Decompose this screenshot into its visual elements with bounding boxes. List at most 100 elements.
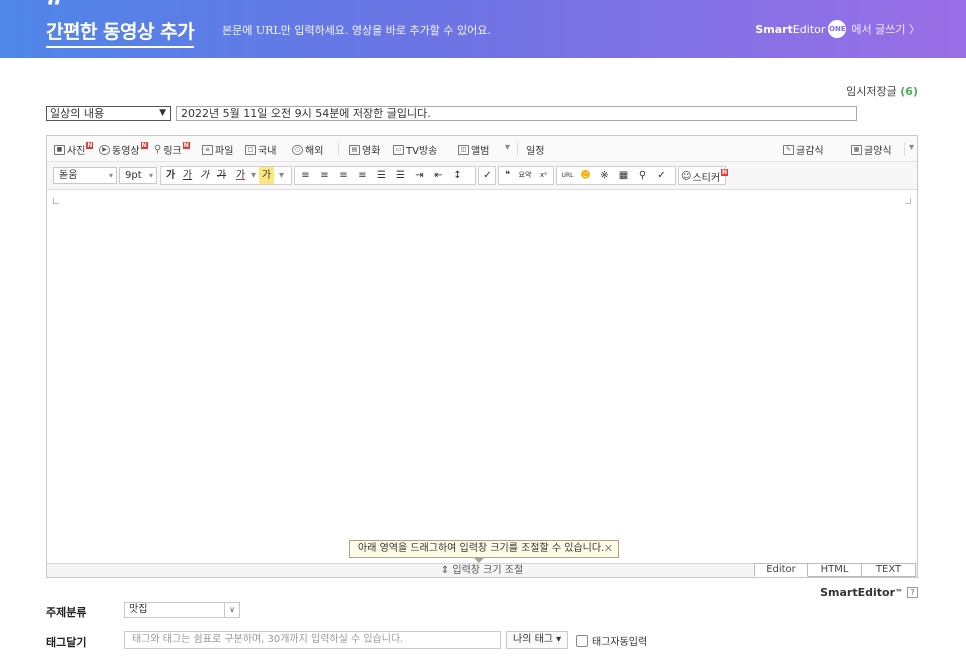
camera-icon: ■ [54,144,65,155]
align-justify-icon[interactable]: ≡ [355,167,370,184]
tv-button[interactable]: ▭ TV방송 [393,142,437,157]
template-more-button[interactable]: ▾ [909,142,914,153]
writing-style-button[interactable]: ✎ 글감식 [783,142,824,157]
editor-mode-tabs: Editor HTML TEXT [754,563,916,577]
tab-html[interactable]: HTML [808,563,862,577]
summary-button[interactable]: 요약 [515,167,535,184]
superscript-icon[interactable]: x² [536,167,551,184]
highlight-button[interactable]: 가 [259,167,274,184]
brand-bold: Smart [755,22,793,36]
category-select[interactable]: 일상의 내용 ▼ [46,106,171,121]
new-badge-icon: N [86,142,94,149]
file-icon: ≡ [202,144,213,155]
temp-save-count: (6) [900,85,918,98]
align-center-icon[interactable]: ≡ [317,167,332,184]
chevron-down-icon: ▼ [159,108,166,118]
indent-icon[interactable]: ⇥ [412,167,427,184]
spellcheck-icon[interactable]: ✓ [480,167,495,184]
font-selected: 돋움 [59,170,78,181]
temp-save-link[interactable]: 임시저장글 (6) [846,83,918,99]
overseas-map-button[interactable]: ○ 해외 [292,142,323,157]
bold-button[interactable]: 가 [163,167,178,184]
chevron-down-icon: ∨ [224,603,239,617]
topic-select[interactable]: 맛집 ∨ [124,602,240,618]
template-icon: ▦ [851,144,862,155]
new-badge-icon: N [182,142,190,149]
temp-save-label: 임시저장글 [846,85,897,98]
movie-label: 영화 [362,146,381,157]
auto-tag-option[interactable]: 태그자동입력 [576,633,647,648]
template-button[interactable]: ▦ 글양식 [851,142,892,157]
auto-tag-checkbox[interactable] [576,634,588,647]
numbered-list-icon[interactable]: ☰ [374,167,389,184]
file-label: 파일 [215,146,234,157]
trademark: ™ [895,588,903,597]
tv-icon: ▭ [393,144,404,155]
tab-text[interactable]: TEXT [862,563,916,577]
tab-editor[interactable]: Editor [754,563,808,577]
album-button[interactable]: ◫ 앨범 [458,142,489,157]
toolbar-divider [904,142,905,156]
photo-label: 사진 [67,146,86,157]
album-label: 앨범 [471,146,490,157]
auto-tag-label: 태그자동입력 [592,637,648,648]
toolbar-divider [338,142,339,156]
font-size-selected: 9pt [125,170,142,181]
italic-button[interactable]: 가 [197,167,212,184]
smarteditor-brand: SmartEditor ™ ? [820,586,918,599]
album-icon: ◫ [458,144,469,155]
find-icon[interactable]: ⚲ [635,167,650,184]
brand-link-text: 에서 글쓰기 〉 [851,23,920,36]
domestic-map-button[interactable]: □ 국내 [245,142,276,157]
help-icon[interactable]: ? [907,587,918,598]
quote-button[interactable]: ❝ [500,167,515,184]
table-icon[interactable]: ▦ [616,167,631,184]
category-selected: 일상의 내용 [50,107,105,120]
file-button[interactable]: ≡ 파일 [202,142,233,157]
special-char-icon[interactable]: ※ [597,167,612,184]
emoticon-icon[interactable]: ☻ [578,167,593,184]
underline-button[interactable]: 가 [180,167,195,184]
sticker-button[interactable]: ☺ 스티커 N [681,169,729,184]
strikethrough-button[interactable]: 가 [214,167,229,184]
movie-button[interactable]: ▤ 영화 [349,142,380,157]
chevron-down-icon: ▾ [108,171,113,180]
topic-label: 주제분류 [46,606,87,619]
sticker-label: 스티커 [692,173,721,184]
align-right-icon[interactable]: ≡ [336,167,351,184]
tv-label: TV방송 [406,146,438,157]
promo-banner: “ 간편한 동영상 추가 본문에 URL만 입력하세요. 영상을 바로 추가할 … [0,0,966,58]
topic-selected: 맛집 [129,604,148,615]
outdent-icon[interactable]: ⇤ [431,167,446,184]
close-icon[interactable]: ✕ [604,541,613,557]
tooltip-text: 아래 영역을 드래그하여 입력창 크기를 조절할 수 있습니다. [358,543,605,554]
template-label: 글양식 [864,146,892,157]
video-button[interactable]: ▶ 동영상 N [99,142,148,157]
font-size-select[interactable]: 9pt ▾ [119,167,157,184]
spell-mark-icon[interactable]: ✓ [654,167,669,184]
more-button[interactable]: ▾ [505,142,510,153]
photo-button[interactable]: ■ 사진 N [54,142,94,157]
tag-input[interactable]: 태그와 태그는 쉼표로 구분하며, 30개까지 입력하실 수 있습니다. [124,631,501,649]
new-badge-icon: N [721,169,729,176]
link-button[interactable]: ⚲ 링크 N [154,142,190,157]
line-height-icon[interactable]: ↕ [450,167,465,184]
highlight-dropdown[interactable]: ▾ [274,167,289,184]
map-icon: □ [245,144,256,155]
schedule-button[interactable]: 일정 [526,142,544,157]
overseas-label: 해외 [305,146,324,157]
content-corner-mark [905,198,911,204]
my-tag-button[interactable]: 나의 태그 ▾ [506,631,568,649]
pencil-icon: ✎ [783,144,794,155]
globe-icon: ○ [292,144,303,155]
font-select[interactable]: 돋움 ▾ [53,167,117,184]
url-button[interactable]: URL [558,167,577,184]
play-icon: ▶ [99,144,110,155]
editor-box: ■ 사진 N ▶ 동영상 N ⚲ 링크 N ≡ 파일 □ 국내 ○ 해외 ▤ 영화 ▭ [46,135,918,578]
tags-label: 태그달기 [46,636,87,649]
bullet-list-icon[interactable]: ☰ [393,167,408,184]
smarteditor-one-link[interactable]: Smart Editor ONE 에서 글쓰기 〉 [755,20,920,38]
align-left-icon[interactable]: ≡ [298,167,313,184]
insert-toolbar: ■ 사진 N ▶ 동영상 N ⚲ 링크 N ≡ 파일 □ 국내 ○ 해외 ▤ 영화 ▭ [47,136,917,162]
content-corner-mark [53,198,59,204]
